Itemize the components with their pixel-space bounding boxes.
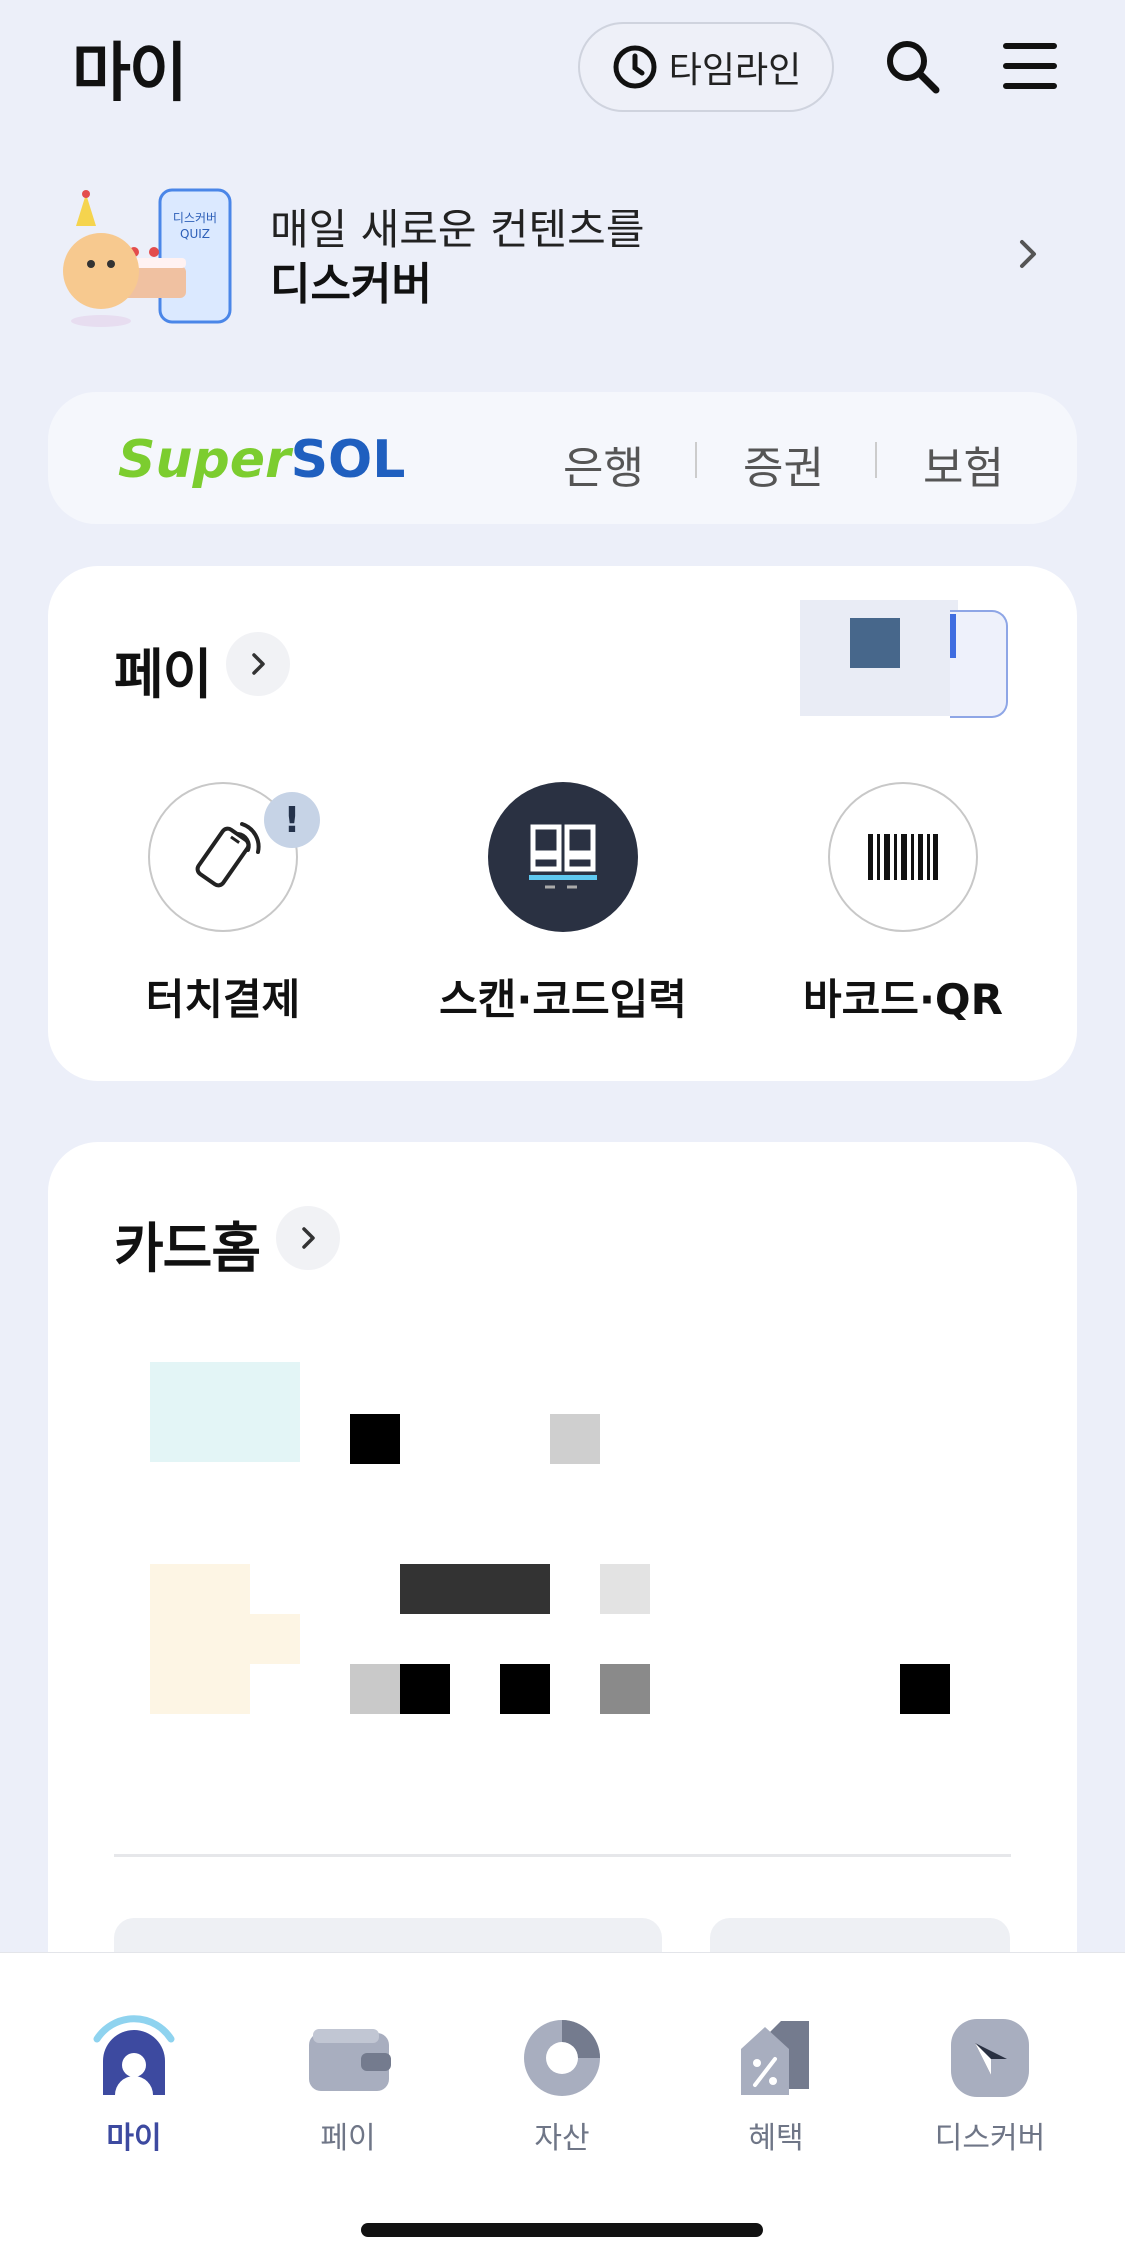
- redacted-block: [600, 1564, 650, 1614]
- discover-banner-illustration: 디스커버 QUIZ: [56, 186, 236, 331]
- divider: [875, 442, 877, 478]
- timeline-label: 타임라인: [668, 50, 802, 91]
- card-thumbnail[interactable]: [150, 1362, 300, 1462]
- supersol-logo[interactable]: SuperSOL: [118, 430, 405, 490]
- nav-item-asset[interactable]: 자산: [482, 2013, 642, 2157]
- chevron-right-icon: [252, 653, 265, 675]
- supersol-bar: SuperSOL 은행 증권 보험: [48, 392, 1077, 524]
- timeline-button[interactable]: 타임라인: [578, 22, 834, 112]
- menu-icon[interactable]: [1000, 36, 1060, 96]
- my-icon: [93, 2015, 175, 2095]
- divider: [695, 442, 697, 478]
- redacted-block: [500, 1664, 550, 1714]
- supersol-link-insurance[interactable]: 보험: [923, 432, 1004, 496]
- pay-card-chevron[interactable]: [226, 632, 290, 696]
- discover-line2[interactable]: 디스커버: [270, 248, 432, 312]
- card-thumbnail-part: [250, 1614, 300, 1664]
- supersol-link-bank[interactable]: 은행: [563, 432, 644, 496]
- supersol-link-securities[interactable]: 증권: [743, 432, 824, 496]
- wallet-icon: [309, 2029, 391, 2091]
- barcode-icon: [868, 834, 938, 880]
- redacted-block: [600, 1664, 650, 1714]
- nav-label-pay: 페이: [320, 2121, 376, 2156]
- compass-icon: [951, 2019, 1029, 2097]
- nav-label-benefit: 혜택: [748, 2121, 804, 2156]
- pay-promo-thumbnail[interactable]: [800, 600, 1008, 718]
- touch-pay-label: 터치결제: [145, 975, 301, 1024]
- chevron-right-icon[interactable]: [1010, 236, 1046, 272]
- scan-code-button[interactable]: [488, 782, 638, 932]
- benefit-tag-icon: [741, 2021, 809, 2095]
- nav-label-asset: 자산: [534, 2121, 590, 2156]
- phone-text: 디스커버: [173, 211, 217, 225]
- phone-subtext: QUIZ: [180, 227, 210, 241]
- nav-item-discover[interactable]: 디스커버: [910, 2013, 1070, 2157]
- qr-scan-icon: [529, 824, 597, 889]
- bottom-nav: 마이 페이 자산 혜택 디스커버: [0, 1952, 1125, 2265]
- nfc-phone-icon: [195, 822, 261, 888]
- home-indicator[interactable]: [361, 2223, 763, 2237]
- search-icon[interactable]: [882, 36, 942, 96]
- redacted-block: [550, 1414, 600, 1464]
- nav-item-my[interactable]: 마이: [54, 2013, 214, 2157]
- nav-item-benefit[interactable]: 혜택: [696, 2013, 856, 2157]
- card-thumbnail[interactable]: [150, 1564, 250, 1714]
- card-home-title[interactable]: 카드홈: [114, 1204, 261, 1283]
- barcode-qr-button[interactable]: [828, 782, 978, 932]
- barcode-qr-label: 바코드·QR: [803, 975, 1003, 1024]
- redacted-block: [900, 1664, 950, 1714]
- card-home-chevron[interactable]: [276, 1206, 340, 1270]
- redacted-block: [350, 1414, 400, 1464]
- redacted-block: [400, 1664, 450, 1714]
- nav-label-my: 마이: [106, 2121, 162, 2156]
- pay-card: 페이 ! 터치결제 스캔·코드입력 바코드·QR: [48, 566, 1077, 1081]
- asset-pie-icon: [524, 2020, 600, 2096]
- redacted-block: [400, 1564, 550, 1614]
- nav-label-discover: 디스커버: [934, 2121, 1046, 2156]
- pay-card-title[interactable]: 페이: [114, 630, 212, 709]
- touch-pay-badge: !: [264, 792, 320, 848]
- chevron-right-icon: [302, 1227, 315, 1249]
- scan-code-label: 스캔·코드입력: [439, 975, 687, 1024]
- card-home-card: 카드홈: [48, 1142, 1077, 2042]
- clock-icon: [613, 45, 657, 89]
- page-title: 마이: [72, 37, 188, 111]
- divider: [114, 1854, 1011, 1857]
- redacted-block: [350, 1664, 400, 1714]
- nav-item-pay[interactable]: 페이: [268, 2013, 428, 2157]
